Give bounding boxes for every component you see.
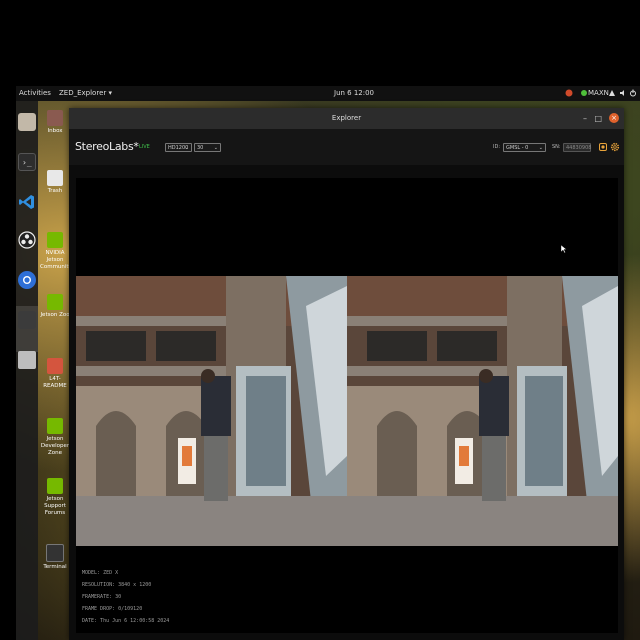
obs-icon[interactable] <box>18 231 36 249</box>
desktop-item[interactable]: Jetson Support Forums <box>40 478 70 517</box>
video-viewport[interactable]: MODEL: ZED X RESOLUTION: 3840 x 1200 FRA… <box>76 178 618 633</box>
chevron-down-icon: ⌄ <box>184 145 189 151</box>
info-resolution: RESOLUTION: 3840 x 1200 <box>82 582 152 588</box>
chevron-down-icon: ⌄ <box>213 145 218 151</box>
mouse-cursor-icon <box>561 245 567 253</box>
power-mode-label[interactable]: MAXN <box>588 89 609 97</box>
desktop-item[interactable]: Inbox <box>40 110 70 135</box>
network-icon[interactable] <box>608 89 616 97</box>
info-model: MODEL: ZED X <box>82 570 119 576</box>
minimize-button[interactable]: – <box>583 114 587 123</box>
desktop-item[interactable]: L4T-README <box>40 358 70 390</box>
device-select[interactable]: GMSL - 0 ⌄ <box>503 143 546 152</box>
svg-text:›_: ›_ <box>22 158 32 167</box>
desktop-screen: Activities ZED_Explorer ▾ Jun 6 12:00 MA… <box>16 86 640 640</box>
id-label: ID: <box>493 144 501 150</box>
app-logo: StereoLabs* <box>75 140 139 153</box>
app-toolbar: StereoLabs* LIVE HD1200 ⌄ 30 ⌄ ID: GMSL - … <box>69 129 624 165</box>
folder-icon <box>47 110 63 126</box>
clock[interactable]: Jun 6 12:00 <box>334 89 374 97</box>
record-icon[interactable] <box>598 142 608 152</box>
info-date: DATE: Thu Jun 6 12:00:58 2024 <box>82 618 170 624</box>
nvidia-icon <box>47 294 63 310</box>
info-frame-drop: FRAME DROP: 0/109120 <box>82 606 143 612</box>
serial-field[interactable]: 44830908 <box>563 143 591 152</box>
desktop-item[interactable]: Jetson Zoo <box>40 294 70 319</box>
nvidia-icon <box>47 478 63 494</box>
top-bar: Activities ZED_Explorer ▾ Jun 6 12:00 MA… <box>16 86 640 101</box>
drive-icon[interactable] <box>18 351 36 369</box>
desktop-item[interactable]: Jetson Developer Zone <box>40 418 70 457</box>
zed-explorer-icon[interactable] <box>18 311 36 329</box>
chromium-icon[interactable] <box>18 271 36 289</box>
explorer-window: Explorer – □ × StereoLabs* LIVE HD1200 ⌄ … <box>69 108 624 640</box>
vscode-icon[interactable] <box>18 193 36 211</box>
chevron-down-icon: ⌄ <box>538 145 543 151</box>
close-button[interactable]: × <box>609 113 619 123</box>
sn-label: SN: <box>552 144 561 150</box>
desktop-item[interactable]: Trash <box>40 170 70 195</box>
right-camera-view <box>347 276 618 546</box>
stereo-frame <box>76 276 618 546</box>
camera-image <box>76 276 347 546</box>
nvidia-icon <box>47 232 63 248</box>
live-status: LIVE <box>139 144 150 150</box>
desktop-item[interactable]: NVIDIA Jetson Community <box>40 232 72 271</box>
activities-button[interactable]: Activities <box>19 89 51 97</box>
folder-icon <box>47 358 63 374</box>
camera-image <box>347 276 618 546</box>
terminal-icon <box>46 544 64 562</box>
nvidia-icon <box>47 418 63 434</box>
left-camera-view <box>76 276 347 546</box>
window-titlebar[interactable]: Explorer – □ × <box>69 108 624 129</box>
power-mode-icon[interactable] <box>580 89 588 97</box>
terminal-icon[interactable]: ›_ <box>18 153 36 171</box>
power-icon[interactable] <box>629 89 637 97</box>
gear-icon[interactable] <box>610 142 620 152</box>
resolution-select[interactable]: HD1200 ⌄ <box>165 143 192 152</box>
window-title: Explorer <box>331 114 362 122</box>
volume-icon[interactable] <box>619 89 627 97</box>
trash-icon <box>47 170 63 186</box>
nvidia-icon[interactable] <box>565 89 573 97</box>
files-icon[interactable] <box>18 113 36 131</box>
desktop-item[interactable]: Terminal <box>40 544 70 571</box>
info-framerate: FRAMERATE: 30 <box>82 594 122 600</box>
dock: ›_ <box>16 101 38 640</box>
app-menu[interactable]: ZED_Explorer ▾ <box>59 89 112 97</box>
fps-select[interactable]: 30 ⌄ <box>194 143 221 152</box>
maximize-button[interactable]: □ <box>594 114 602 123</box>
